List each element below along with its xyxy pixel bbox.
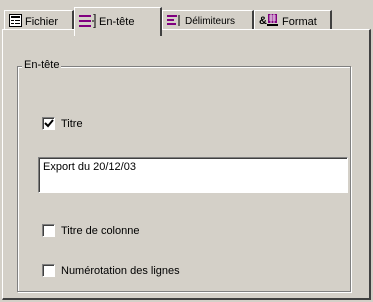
- numerotation-lignes-label: Numérotation des lignes: [61, 264, 180, 277]
- titre-colonne-label: Titre de colonne: [61, 224, 140, 237]
- tab-panel: En-tête Titre Export du 20/12/03 Titre d…: [2, 29, 371, 300]
- tab-fichier-label: Fichier: [25, 15, 59, 28]
- titre-colonne-checkbox-box[interactable]: [42, 224, 55, 237]
- titre-checkbox[interactable]: Titre: [42, 117, 83, 130]
- delimiter-lines-icon: [167, 14, 182, 30]
- titre-checkbox-box[interactable]: [42, 117, 55, 130]
- titre-label: Titre: [61, 117, 83, 130]
- tab-delimiteurs-label: Délimiteurs: [185, 16, 236, 27]
- tab-en-tete[interactable]: En-tête: [74, 7, 162, 36]
- numerotation-lignes-checkbox[interactable]: Numérotation des lignes: [42, 264, 180, 277]
- format-icon: &: [259, 13, 279, 30]
- header-lines-icon: [79, 13, 96, 31]
- en-tete-groupbox: En-tête Titre Export du 20/12/03 Titre d…: [17, 59, 351, 292]
- tab-format-label: Format: [282, 15, 317, 28]
- numerotation-lignes-checkbox-box[interactable]: [42, 264, 55, 277]
- checkmark-icon: [44, 119, 54, 128]
- svg-text:&: &: [259, 15, 267, 27]
- document-icon: [9, 13, 22, 30]
- title-text-value: Export du 20/12/03: [43, 161, 136, 173]
- tab-en-tete-label: En-tête: [99, 16, 135, 28]
- title-text-field[interactable]: Export du 20/12/03: [38, 157, 348, 193]
- titre-colonne-checkbox[interactable]: Titre de colonne: [42, 224, 139, 237]
- groupbox-legend: En-tête: [22, 59, 62, 71]
